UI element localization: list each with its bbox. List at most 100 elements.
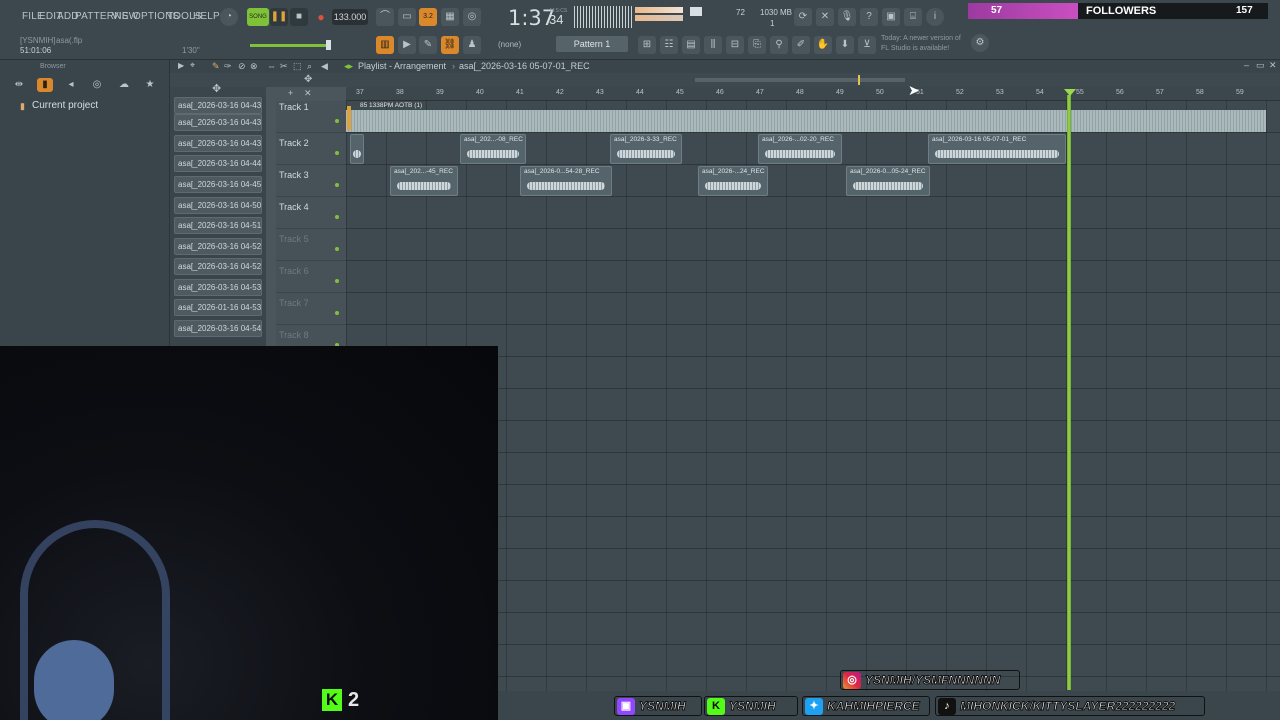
song-mode-button[interactable]: SONG bbox=[247, 8, 269, 26]
file-item[interactable]: asa[_2026-03-16 04-51-... bbox=[174, 217, 262, 234]
news-line2[interactable]: FL Studio is available! bbox=[881, 45, 949, 52]
step-sequencer-icon[interactable]: ▶ bbox=[398, 36, 416, 54]
piano-roll-icon[interactable]: ✎ bbox=[419, 36, 437, 54]
audio-clip[interactable]: asa[_2026-0...54-28_REC bbox=[520, 166, 612, 196]
refresh-icon[interactable]: ⟳ bbox=[794, 8, 812, 26]
slip-tool-icon[interactable]: ⇔ bbox=[267, 61, 276, 71]
zoom-tool-icon[interactable]: ⌕ bbox=[307, 61, 312, 72]
pattern-none[interactable]: (none) bbox=[498, 40, 521, 49]
browser-folder-icon[interactable]: ▮ bbox=[37, 78, 53, 92]
pause-icon[interactable]: ❚❚ bbox=[270, 8, 288, 26]
track-led[interactable] bbox=[335, 151, 339, 155]
hand-icon[interactable]: ✋ bbox=[814, 36, 832, 54]
microphone-icon[interactable]: 🎙 bbox=[838, 8, 856, 26]
browser-target-icon[interactable]: ◎ bbox=[90, 78, 104, 92]
help-icon[interactable]: ? bbox=[860, 8, 878, 26]
playlist-window-icon[interactable]: ▥ bbox=[376, 36, 394, 54]
track-header[interactable]: Track 2 bbox=[276, 133, 346, 165]
timeline-ruler[interactable]: 37 38 39 40 41 42 43 44 45 46 47 48 49 5… bbox=[346, 87, 1280, 101]
countdown-icon[interactable]: 3.2 bbox=[419, 8, 437, 26]
news-gear-icon[interactable]: ⚙ bbox=[971, 34, 989, 52]
download-icon[interactable]: ⬇ bbox=[836, 36, 854, 54]
playback-tool-icon[interactable]: ◀ bbox=[321, 61, 328, 72]
zoom-all-icon[interactable]: ✥ bbox=[304, 74, 312, 85]
minimize-icon[interactable]: – bbox=[1244, 60, 1249, 70]
file-item[interactable]: asa[_2026-03-16 04-50-... bbox=[174, 197, 262, 214]
file-item[interactable]: asa[_2026-03-16 04-44-... bbox=[174, 155, 262, 172]
tempo-display[interactable]: 133.000 bbox=[332, 9, 368, 25]
file-item[interactable]: asa[_2026-03-16 04-43-... bbox=[174, 135, 262, 152]
file-item[interactable]: asa[_2026-03-16 04-43-... bbox=[174, 97, 262, 114]
browser-cloud-icon[interactable]: ☁ bbox=[117, 78, 131, 92]
plugin-icon[interactable]: ⌸ bbox=[904, 8, 922, 26]
magnet-icon[interactable]: ⌖ bbox=[190, 60, 195, 71]
track-header[interactable]: Track 1 bbox=[276, 101, 346, 133]
track-header[interactable]: Track 4 bbox=[276, 197, 346, 229]
browser-back-icon[interactable]: ⇹ bbox=[12, 78, 26, 92]
master-volume-slider[interactable] bbox=[250, 44, 330, 47]
track-led[interactable] bbox=[335, 215, 339, 219]
track-led[interactable] bbox=[335, 119, 339, 123]
track-header[interactable]: Track 7 bbox=[276, 293, 346, 325]
mixer-icon[interactable]: ⊞ bbox=[638, 36, 656, 54]
horizontal-scrollbar[interactable] bbox=[695, 78, 905, 82]
pen-icon[interactable]: ✐ bbox=[792, 36, 810, 54]
file-item[interactable]: asa[_2026-01-16 04-53-... bbox=[174, 299, 262, 316]
stamp-icon[interactable]: ♟ bbox=[463, 36, 481, 54]
master-volume-handle[interactable] bbox=[326, 40, 331, 50]
select-tool-icon[interactable]: ⬚ bbox=[293, 61, 302, 72]
play-icon[interactable]: ▶ bbox=[178, 61, 184, 70]
wait-icon[interactable]: ▭ bbox=[398, 8, 416, 26]
delete-tool-icon[interactable]: ⊘ bbox=[238, 61, 246, 72]
brush-tool-icon[interactable]: ✑ bbox=[224, 61, 232, 72]
audio-clip[interactable]: asa[_2026-...02-20_REC bbox=[758, 134, 842, 164]
audio-clip[interactable] bbox=[350, 134, 364, 164]
file-item[interactable]: asa[_2026-03-16 04-54-... bbox=[174, 320, 262, 337]
cart-icon[interactable]: ⊻ bbox=[858, 36, 876, 54]
browser-tree-icon[interactable]: ⊟ bbox=[726, 36, 744, 54]
close-x-icon[interactable]: ✕ bbox=[816, 8, 834, 26]
track-header[interactable]: Track 5 bbox=[276, 229, 346, 261]
record-icon[interactable]: ● bbox=[312, 8, 330, 26]
track-led[interactable] bbox=[335, 279, 339, 283]
move-icon[interactable]: ✥ bbox=[212, 82, 221, 95]
slice-tool-icon[interactable]: ✂ bbox=[280, 61, 288, 72]
faders-icon[interactable]: ⫼ bbox=[704, 36, 722, 54]
audio-clip[interactable]: asa[_2026-...24_REC bbox=[698, 166, 768, 196]
track-header[interactable]: Track 3 bbox=[276, 165, 346, 197]
info-icon[interactable]: i bbox=[926, 8, 944, 26]
audio-clip[interactable]: asa[_2026-0...05-24_REC bbox=[846, 166, 930, 196]
browser-star-icon[interactable]: ★ bbox=[143, 78, 157, 92]
menu-help[interactable]: HELP bbox=[193, 11, 220, 22]
track-led[interactable] bbox=[335, 247, 339, 251]
track-led[interactable] bbox=[335, 311, 339, 315]
file-item[interactable]: asa[_2026-03-16 04-53-... bbox=[174, 279, 262, 296]
close-window-icon[interactable]: ✕ bbox=[1269, 60, 1277, 71]
stop-icon[interactable]: ■ bbox=[290, 8, 308, 26]
mute-tool-icon[interactable]: ⊗ bbox=[250, 61, 258, 72]
loop-record-icon[interactable]: ◎ bbox=[463, 8, 481, 26]
file-item[interactable]: asa[_2026-03-16 04-52-... bbox=[174, 238, 262, 255]
file-item[interactable]: asa[_2026-03-16 04-43-... bbox=[174, 114, 262, 131]
audio-clip[interactable]: asa[_202...-08_REC bbox=[460, 134, 526, 164]
maximize-icon[interactable]: ▭ bbox=[1256, 60, 1265, 71]
file-icon[interactable]: ⎘ bbox=[748, 36, 766, 54]
track-header[interactable]: Track 6 bbox=[276, 261, 346, 293]
file-item[interactable]: asa[_2026-03-16 04-52-... bbox=[174, 258, 262, 275]
save-icon[interactable]: ▣ bbox=[882, 8, 900, 26]
playhead[interactable] bbox=[1067, 95, 1071, 690]
news-line1[interactable]: Today: A newer version of bbox=[881, 35, 961, 42]
current-project-label[interactable]: Current project bbox=[32, 100, 98, 111]
piano-icon[interactable]: ▤ bbox=[682, 36, 700, 54]
link-icon[interactable]: ⛓ bbox=[441, 36, 459, 54]
track-led[interactable] bbox=[335, 183, 339, 187]
channel-rack-icon[interactable]: ☷ bbox=[660, 36, 678, 54]
audio-clip[interactable]: asa[_2026-3-33_REC bbox=[610, 134, 682, 164]
audio-clip[interactable]: asa[_202...-45_REC bbox=[390, 166, 458, 196]
playhead-marker-icon[interactable] bbox=[1064, 89, 1076, 96]
tempo-knob-icon[interactable]: ◔ bbox=[220, 8, 238, 26]
audio-clip[interactable]: asa[_2026-03-16 05-07-01_REC bbox=[928, 134, 1066, 164]
track1-audio-clip[interactable] bbox=[346, 110, 1266, 132]
remove-track-icon[interactable]: ✕ bbox=[304, 88, 312, 99]
browser-arrow-icon[interactable]: ◂ bbox=[64, 78, 78, 92]
